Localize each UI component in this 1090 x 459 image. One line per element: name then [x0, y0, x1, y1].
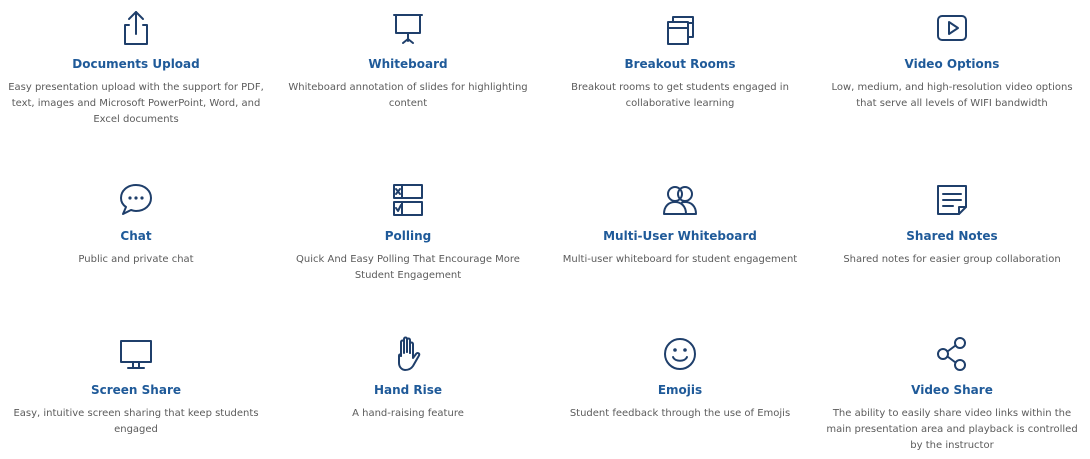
- feature-multi-user-whiteboard: Multi-User Whiteboard Multi-user whitebo…: [544, 180, 816, 268]
- feature-breakout-rooms: Breakout Rooms Breakout rooms to get stu…: [544, 8, 816, 112]
- upload-icon: [116, 8, 156, 48]
- feature-title: Chat: [120, 229, 152, 243]
- feature-description: Public and private chat: [78, 254, 194, 265]
- feature-title: Breakout Rooms: [624, 57, 736, 71]
- feature-video-share: Video Share The ability to easily share …: [816, 334, 1088, 454]
- feature-title: Whiteboard: [368, 57, 448, 71]
- feature-description: A hand-raising feature: [352, 408, 464, 419]
- feature-hand-rise: Hand Rise A hand-raising feature: [272, 334, 544, 422]
- feature-title: Shared Notes: [906, 229, 998, 243]
- note-icon: [932, 180, 972, 220]
- feature-video-options: Video Options Low, medium, and high-reso…: [816, 8, 1088, 112]
- poll-checkbox-icon: [388, 180, 428, 220]
- feature-description: Easy, intuitive screen sharing that keep…: [13, 408, 259, 435]
- monitor-icon: [116, 334, 156, 374]
- feature-title: Hand Rise: [373, 383, 443, 397]
- feature-screen-share: Screen Share Easy, intuitive screen shar…: [0, 334, 272, 438]
- feature-title: Emojis: [657, 383, 703, 397]
- feature-description: Easy presentation upload with the suppor…: [8, 82, 264, 125]
- feature-title: Multi-User Whiteboard: [603, 229, 757, 243]
- feature-description: Low, medium, and high-resolution video o…: [831, 82, 1073, 109]
- chat-bubble-icon: [116, 180, 156, 220]
- feature-title: Polling: [384, 229, 432, 243]
- feature-chat: Chat Public and private chat: [0, 180, 272, 268]
- feature-whiteboard: Whiteboard Whiteboard annotation of slid…: [272, 8, 544, 112]
- feature-shared-notes: Shared Notes Shared notes for easier gro…: [816, 180, 1088, 268]
- video-play-icon: [932, 8, 972, 48]
- feature-description: Quick And Easy Polling That Encourage Mo…: [296, 254, 520, 281]
- feature-emojis: Emojis Student feedback through the use …: [544, 334, 816, 422]
- breakout-rooms-icon: [660, 8, 700, 48]
- feature-documents-upload: Documents Upload Easy presentation uploa…: [0, 8, 272, 128]
- feature-polling: Polling Quick And Easy Polling That Enco…: [272, 180, 544, 284]
- feature-title: Documents Upload: [72, 57, 200, 71]
- smiley-icon: [660, 334, 700, 374]
- feature-title: Screen Share: [90, 383, 181, 397]
- feature-description: Multi-user whiteboard for student engage…: [562, 254, 798, 265]
- feature-title: Video Options: [904, 57, 1000, 71]
- feature-description: Whiteboard annotation of slides for high…: [288, 82, 528, 109]
- whiteboard-icon: [388, 8, 428, 48]
- feature-description: Shared notes for easier group collaborat…: [843, 254, 1061, 265]
- hand-icon: [388, 334, 428, 374]
- feature-description: Student feedback through the use of Emoj…: [569, 408, 791, 419]
- share-icon: [932, 334, 972, 374]
- feature-description: The ability to easily share video links …: [826, 408, 1078, 451]
- feature-title: Video Share: [911, 383, 993, 397]
- multi-user-icon: [660, 180, 700, 220]
- feature-description: Breakout rooms to get students engaged i…: [571, 82, 789, 109]
- features-grid: Documents Upload Easy presentation uploa…: [0, 0, 1090, 459]
